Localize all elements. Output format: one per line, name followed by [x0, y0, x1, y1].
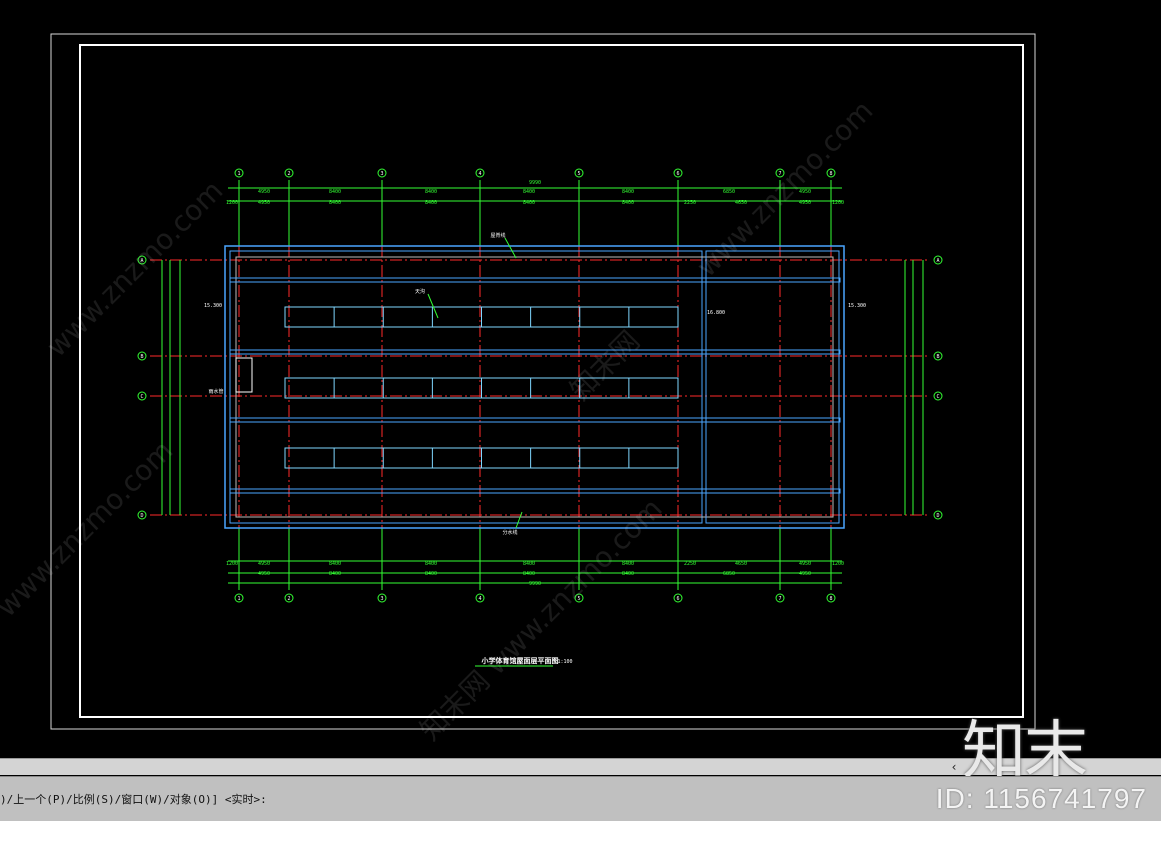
dimension-label: 1200	[226, 561, 238, 567]
axis-number: 4	[478, 596, 481, 602]
axis-number: 2	[287, 596, 290, 602]
dimension-label: 8400	[425, 200, 437, 206]
roof-parapet-line	[235, 256, 834, 518]
axis-number: 2	[287, 171, 290, 177]
leader-line	[515, 511, 523, 529]
dimension-label: 1200	[832, 200, 844, 206]
dimension-label: 6850	[723, 571, 735, 577]
roof-side-area	[705, 250, 840, 524]
elevation-label: 16.800	[707, 310, 725, 316]
dimension-label: 8400	[329, 571, 341, 577]
dimension-label: 4950	[258, 561, 270, 567]
axis-letter: D	[140, 513, 143, 519]
axis-letter: D	[936, 513, 939, 519]
dimension-label: 4950	[258, 189, 270, 195]
roof-beam	[229, 349, 841, 355]
scroll-left-arrow-icon[interactable]: ‹	[946, 759, 962, 775]
axis-number: 8	[829, 171, 832, 177]
axis-number: 1	[237, 596, 240, 602]
dimension-label: 2250	[684, 561, 696, 567]
roof-label: 分水线	[502, 529, 517, 536]
resource-id-label: ID: 1156741797	[935, 783, 1147, 814]
axis-number: 6	[676, 171, 679, 177]
drawing-scale: 1:100	[557, 659, 572, 665]
dimension-label: 4950	[799, 200, 811, 206]
roof-beam	[229, 417, 841, 423]
axis-letter: B	[936, 354, 939, 360]
command-line-bar[interactable]: )/上一个(P)/比例(S)/窗口(W)/对象(O)] <实时>: ID: 11…	[0, 776, 1161, 821]
dimension-label: 4950	[258, 571, 270, 577]
axis-letter: C	[936, 394, 939, 400]
dimension-label: 8400	[329, 189, 341, 195]
axis-number: 6	[676, 596, 679, 602]
dimension-label: 4950	[799, 561, 811, 567]
axis-letter: C	[140, 394, 143, 400]
dimension-label: 8400	[329, 561, 341, 567]
dimension-label: 8400	[622, 200, 634, 206]
axis-number: 7	[778, 596, 781, 602]
leader-line	[504, 237, 517, 259]
axis-letter: B	[140, 354, 143, 360]
axis-letter: A	[936, 258, 939, 264]
dimension-label: 8400	[523, 571, 535, 577]
roof-outline	[224, 245, 845, 529]
axis-number: 5	[577, 171, 580, 177]
axis-number: 3	[380, 596, 383, 602]
roof-label: 天沟	[415, 288, 425, 295]
axis-number: 8	[829, 596, 832, 602]
dimension-label: 6850	[723, 189, 735, 195]
dimension-label: 8400	[425, 571, 437, 577]
overall-dimension-label: 9990	[529, 180, 541, 186]
elevation-label: 15.300	[204, 303, 222, 309]
roof-main-area	[229, 250, 703, 524]
axis-number: 3	[380, 171, 383, 177]
bottom-strip	[0, 821, 1161, 841]
dimension-label: 8400	[329, 200, 341, 206]
dimension-label: 1200	[832, 561, 844, 567]
roof-beam	[229, 488, 841, 494]
roof-hatch-notch	[235, 357, 253, 393]
roof-beam	[229, 277, 841, 283]
dimension-label: 4950	[258, 200, 270, 206]
dimension-label: 8400	[523, 200, 535, 206]
leader-line	[427, 293, 439, 319]
dimension-label: 8400	[523, 189, 535, 195]
dimension-label: 8400	[622, 189, 634, 195]
dimension-label: 8400	[425, 561, 437, 567]
dimension-label: 8400	[425, 189, 437, 195]
dimension-label: 1200	[226, 200, 238, 206]
command-prompt-text: )/上一个(P)/比例(S)/窗口(W)/对象(O)] <实时>:	[0, 793, 267, 806]
axis-number: 4	[478, 171, 481, 177]
dimension-label: 4950	[799, 571, 811, 577]
dimension-label: 8400	[523, 561, 535, 567]
axis-number: 1	[237, 171, 240, 177]
roof-label: 雨水管	[208, 388, 223, 395]
roof-label: 屋脊线	[490, 232, 505, 239]
dimension-label: 4650	[735, 561, 747, 567]
elevation-label: 15.300	[848, 303, 866, 309]
dimension-label: 8400	[622, 571, 634, 577]
overall-dimension-label: 9990	[529, 581, 541, 587]
dimension-label: 2250	[684, 200, 696, 206]
